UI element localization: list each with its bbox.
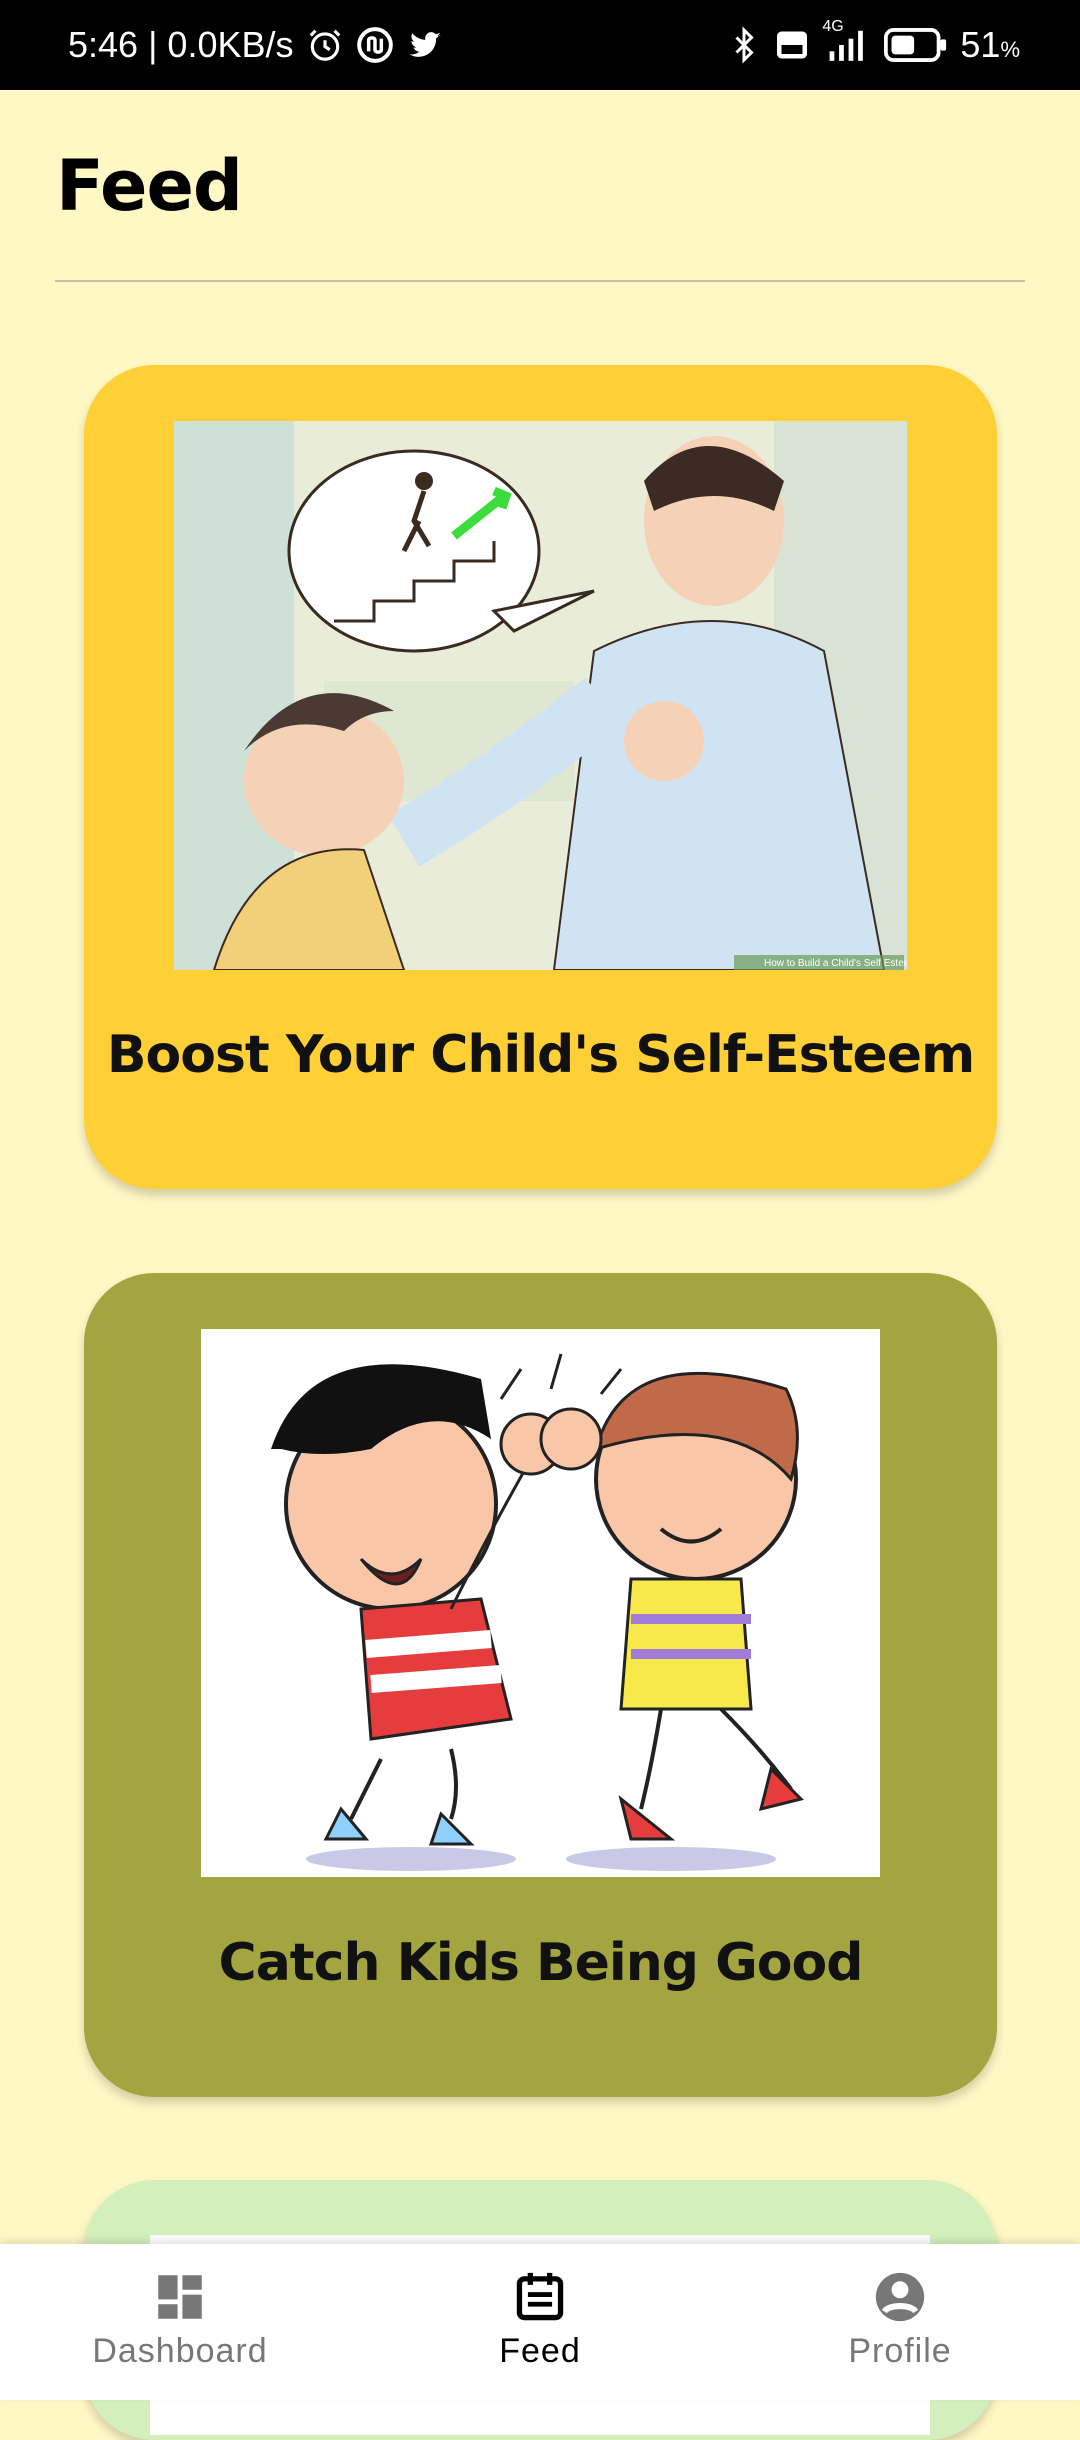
feed-icon <box>516 2272 564 2321</box>
feed-card-catch-kids-good[interactable]: Catch Kids Being Good <box>84 1273 997 2097</box>
app-icon <box>356 26 394 64</box>
bluetooth-icon <box>726 25 762 65</box>
nav-label-profile: Profile <box>848 2332 952 2370</box>
nav-label-feed: Feed <box>499 2332 581 2370</box>
battery-level: 51% <box>960 24 1020 65</box>
bottom-navigation: Dashboard Feed Profile <box>0 2244 1080 2400</box>
volte-icon <box>774 27 810 63</box>
dashboard-icon <box>158 2275 202 2319</box>
card-title: Boost Your Child's Self-Esteem <box>106 1025 975 1085</box>
card-image-high-five-kids <box>201 1329 880 1877</box>
status-bar: 5:46 | 0.0KB/s 4G 51% <box>0 0 1080 90</box>
card-title: Catch Kids Being Good <box>218 1933 864 1993</box>
svg-text:How to Build a Child's Self Es: How to Build a Child's Self Esteem <box>764 958 907 969</box>
nav-item-feed[interactable]: Feed <box>360 2244 720 2400</box>
nav-item-profile[interactable]: Profile <box>720 2244 1080 2400</box>
nav-label-dashboard: Dashboard <box>92 2332 268 2370</box>
card-image-father-son: How to Build a Child's Self Esteem <box>174 421 907 970</box>
page-title: Feed <box>56 145 243 227</box>
signal-icon: 4G <box>822 18 872 64</box>
status-time: 5:46 | 0.0KB/s <box>68 24 294 65</box>
twitter-icon <box>406 26 444 64</box>
profile-icon <box>875 2272 925 2322</box>
feed-card-self-esteem[interactable]: How to Build a Child's Self Esteem Boost… <box>84 365 997 1189</box>
nav-item-dashboard[interactable]: Dashboard <box>0 2244 360 2400</box>
network-type: 4G <box>822 18 844 35</box>
battery-icon <box>884 27 948 63</box>
alarm-icon <box>306 26 344 64</box>
title-divider <box>55 280 1025 282</box>
